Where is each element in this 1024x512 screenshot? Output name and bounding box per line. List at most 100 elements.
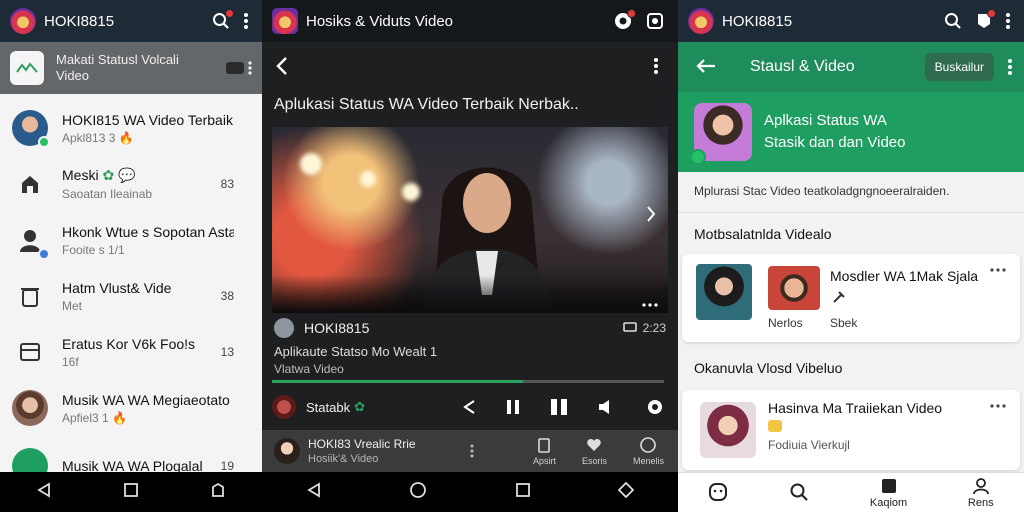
mini-tab-esoris[interactable]: Esoris (582, 437, 607, 466)
chat-count: 19 (220, 459, 234, 472)
chat-count: 38 (220, 289, 234, 303)
pause-icon[interactable] (506, 399, 520, 415)
app-logo (272, 8, 298, 34)
mini-tab-label: Menelis (632, 455, 664, 466)
share-icon[interactable] (462, 399, 476, 415)
mini-tab-menelis[interactable]: Menelis (632, 436, 664, 466)
video-player[interactable] (272, 127, 668, 313)
status-video-screen: HOKI8815 Stausl & Video Buskailur Aplkas (678, 0, 1024, 472)
chat-item[interactable]: Eratus Kor V6k Foo!s 16f 13 (0, 324, 262, 380)
chat-item[interactable]: Musik WA WA Plogalal 19 (0, 438, 262, 472)
back-arrow-icon[interactable] (696, 58, 716, 74)
video-description: Aplikaute Statso Mo Wealt 1 (274, 344, 438, 359)
more-vert-icon[interactable] (470, 444, 474, 458)
chat-preview: Met (62, 298, 83, 313)
nav-home-icon[interactable] (123, 482, 139, 503)
folder-icon (881, 478, 896, 493)
chat-name: Hkonk Wtue s Sopotan Astaa. (62, 223, 234, 240)
card-thumbnail (696, 264, 752, 320)
banner-title: Makati Statusl Volcali (56, 52, 179, 67)
banner-more-icon[interactable] (248, 61, 252, 75)
banner-subtitle: Video (56, 68, 90, 83)
mini-player[interactable]: HOKI83 Vrealic Rrie Hosiik'& Video Apsir… (262, 430, 678, 472)
chat-name: Musik WA WA Plogalal (62, 458, 203, 472)
video-subdescription: Vlatwa Video (274, 362, 344, 376)
cast-icon[interactable] (622, 321, 637, 335)
more-vert-icon[interactable] (244, 13, 248, 29)
whatsapp-icon (690, 149, 706, 165)
card-title: Hasinva Ma Traiiekan Video (768, 400, 943, 416)
card-subtitle: Fodiuia Vierkujl (768, 438, 850, 452)
chat-name: Musik WA WA Megiaeotato (62, 391, 230, 408)
mini-tab-apsirt[interactable]: Apsirt (533, 437, 556, 466)
featured-avatar (690, 103, 752, 165)
record-icon[interactable] (614, 9, 636, 30)
status-avatar[interactable] (272, 395, 296, 419)
status-icon[interactable] (646, 12, 664, 30)
settings-gear-icon[interactable] (646, 398, 664, 416)
nav-home-icon[interactable] (409, 481, 427, 504)
video-card[interactable]: Mosdler WA 1Mak Sjala Nerlos Sbek (682, 254, 1020, 342)
trash-icon (12, 278, 48, 314)
banner-thumbnail (10, 51, 44, 85)
hammer-icon (832, 290, 846, 309)
pinned-banner[interactable]: Makati Statusl Volcali Video (0, 42, 262, 94)
section-heading: Motbsalatnlda Videalo (694, 226, 832, 242)
back-arrow-icon[interactable] (276, 56, 288, 76)
nav-back-icon[interactable] (306, 481, 322, 503)
section-heading: Okanuvla Vlosd Vibeluo (694, 360, 843, 376)
volume-icon[interactable] (598, 399, 616, 415)
player-controls: Statabk ✿ (272, 392, 668, 422)
chat-item[interactable]: HOKI815 WA Video Terbaik Apkl813 3 🔥 (0, 100, 262, 156)
card-thumbnail (768, 266, 820, 310)
chat-smile-icon (640, 436, 657, 453)
tab-rens[interactable]: Rens (968, 477, 994, 509)
video-player-screen: Hosiks & Viduts Video Aplukasi Status WA… (262, 0, 678, 472)
mini-tab-label: Esoris (581, 455, 607, 466)
tab-search[interactable] (789, 482, 809, 504)
stage-light (300, 153, 322, 175)
search-button[interactable]: Buskailur (924, 53, 994, 81)
chat-name: Hatm Vlust& Vide (62, 279, 172, 296)
chat-bubble-icon: 💬 (118, 167, 136, 183)
chat-item[interactable]: Hatm Vlust& Vide Met 38 (0, 268, 262, 324)
tab-home[interactable] (708, 482, 728, 504)
section-title: Stausl & Video (750, 58, 855, 75)
chat-item[interactable]: Meski ✿ 💬 Saoatan Ileainab 83 (0, 156, 262, 212)
emoji-icon (768, 420, 782, 432)
progress-bar[interactable] (272, 380, 664, 383)
nav-rotate-icon[interactable] (617, 481, 635, 503)
more-horiz-icon[interactable] (642, 303, 658, 307)
nav-recents-icon[interactable] (515, 482, 531, 503)
chat-item[interactable]: Musik WA WA Megiaeotato Apfiel3 1 🔥 (0, 380, 262, 436)
channel-name[interactable]: HOKI8815 (304, 320, 369, 336)
chevron-right-icon[interactable] (646, 205, 656, 223)
app-logo (688, 8, 714, 34)
chat-item[interactable]: Hkonk Wtue s Sopotan Astaa. Fooite s 1/1 (0, 212, 262, 268)
avatar (12, 448, 48, 472)
home-person-icon (12, 166, 48, 202)
nav-recents-icon[interactable] (210, 482, 226, 503)
mini-avatar (274, 438, 300, 464)
more-vert-icon[interactable] (654, 58, 658, 74)
pause-large-icon[interactable] (550, 398, 568, 416)
status-label: Statabk (306, 399, 351, 415)
channel-avatar[interactable] (274, 318, 294, 338)
nav-back-icon[interactable] (36, 481, 52, 503)
featured-status-card[interactable]: Aplkasi Status WA Stasik dan dan Video (678, 92, 1024, 172)
more-vert-icon[interactable] (1008, 59, 1012, 75)
chat-name: Meski (62, 167, 99, 183)
gear-emoji-icon: ✿ (354, 399, 365, 414)
more-horiz-icon[interactable] (990, 268, 1006, 272)
video-card[interactable]: Hasinva Ma Traiiekan Video Fodiuia Vierk… (682, 390, 1020, 470)
banner-toggle[interactable] (226, 62, 244, 74)
card-title: Mosdler WA 1Mak Sjala (830, 268, 979, 284)
search-icon[interactable] (212, 9, 234, 30)
chat-list-screen: HOKI8815 Makati Statusl Volcali Video HO… (0, 0, 262, 472)
app-title: HOKI8815 (44, 12, 115, 30)
more-horiz-icon[interactable] (990, 404, 1006, 408)
tab-kaqiom[interactable]: Kaqiom (870, 477, 907, 509)
more-vert-icon[interactable] (1006, 13, 1010, 29)
search-icon[interactable] (944, 12, 962, 30)
notification-icon[interactable] (976, 9, 996, 30)
